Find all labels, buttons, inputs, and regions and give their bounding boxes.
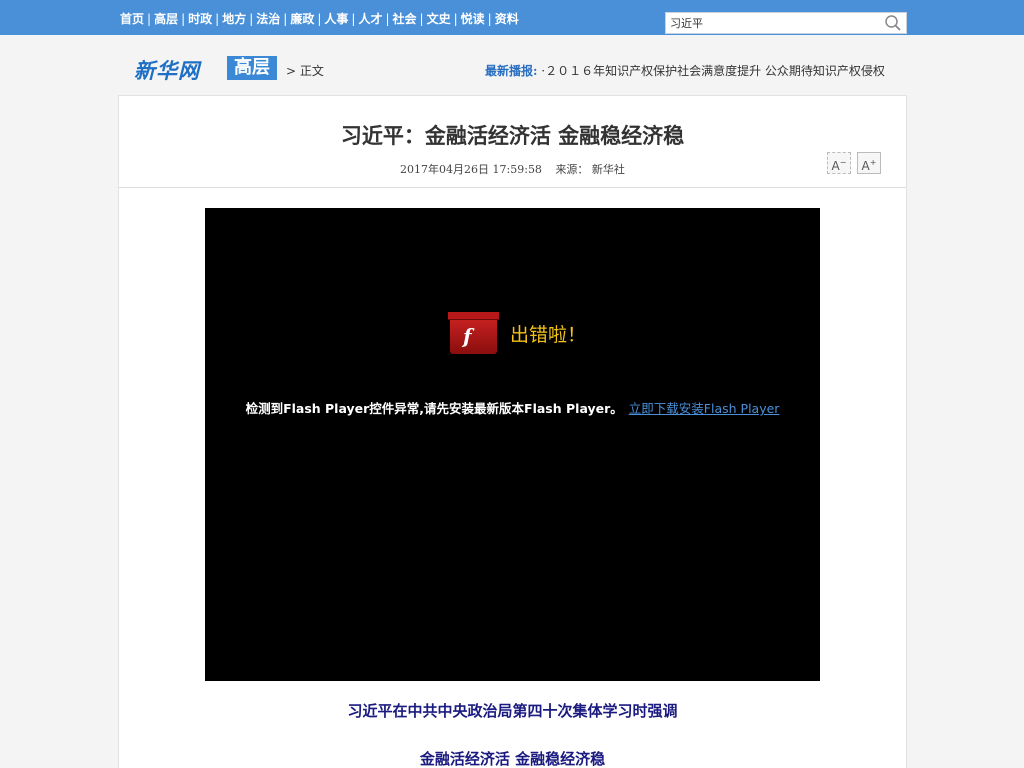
article-title: 习近平：金融活经济活 金融稳经济稳: [340, 123, 685, 148]
top-nav-bar: 首页 | 高层 | 时政 | 地方 | 法治 | 廉政 | 人事 | 人才 | 社会 | 文史 | …: [0, 0, 1024, 35]
nav-item-archive[interactable]: 资料: [495, 10, 519, 27]
top-nav: 首页 | 高层 | 时政 | 地方 | 法治 | 廉政 | 人事 | 人才 | 社会 | 文史 | …: [120, 10, 519, 27]
error-title: 出错啦！: [510, 324, 587, 346]
ticker-text[interactable]: ·２０１６年知识产权保护社会满意度提升 公众期待知识产权侵权: [541, 64, 885, 78]
search-icon[interactable]: [884, 14, 902, 32]
font-decrease-button[interactable]: A−: [827, 152, 851, 174]
article-datetime: 2017年04月26日 17:59:58: [400, 163, 542, 176]
nav-item-politics[interactable]: 时政: [188, 10, 212, 27]
article-paragraph: 习近平在中共中央政治局第四十次集体学习时强调: [347, 702, 678, 720]
site-logo[interactable]: 新华网: [134, 55, 200, 85]
nav-item-integrity[interactable]: 廉政: [290, 10, 314, 27]
article-paragraph: 金融活经济活 金融稳经济稳: [419, 750, 606, 768]
nav-item-local[interactable]: 地方: [222, 10, 246, 27]
flash-download-link[interactable]: 立即下载安装Flash Player: [629, 401, 780, 416]
news-ticker[interactable]: 最新播报: ·２０１６年知识产权保护社会满意度提升 公众期待知识产权侵权: [485, 62, 890, 79]
article-container: 习近平：金融活经济活 金融稳经济稳 2017年04月26日 17:59:58 来…: [118, 95, 907, 768]
article-source: 来源： 新华社: [555, 163, 625, 176]
nav-item-talent[interactable]: 人才: [358, 10, 382, 27]
ticker-label: 最新播报:: [485, 64, 538, 78]
font-increase-button[interactable]: A+: [857, 152, 881, 174]
search-box: [665, 12, 907, 34]
title-divider: [119, 187, 906, 188]
nav-item-reading[interactable]: 悦读: [461, 10, 485, 27]
nav-item-society[interactable]: 社会: [393, 10, 417, 27]
flash-player-icon: f: [448, 312, 499, 354]
breadcrumb: > 正文: [286, 64, 324, 78]
nav-item-history[interactable]: 文史: [427, 10, 451, 27]
nav-item-law[interactable]: 法治: [256, 10, 280, 27]
search-input[interactable]: [670, 15, 880, 31]
nav-item-home[interactable]: 首页: [120, 10, 144, 27]
error-message: 检测到Flash Player控件异常,请先安装最新版本Flash Player…: [245, 401, 623, 416]
nav-item-leaders[interactable]: 高层: [154, 10, 178, 27]
video-player[interactable]: f 出错啦！ 检测到Flash Player控件异常,请先安装最新版本Flash…: [205, 208, 820, 681]
error-message-line: 检测到Flash Player控件异常,请先安装最新版本Flash Player…: [205, 398, 820, 417]
channel-badge[interactable]: 高层: [227, 56, 277, 80]
article-meta: 2017年04月26日 17:59:58 来源： 新华社: [119, 161, 906, 177]
nav-item-personnel[interactable]: 人事: [324, 10, 348, 27]
